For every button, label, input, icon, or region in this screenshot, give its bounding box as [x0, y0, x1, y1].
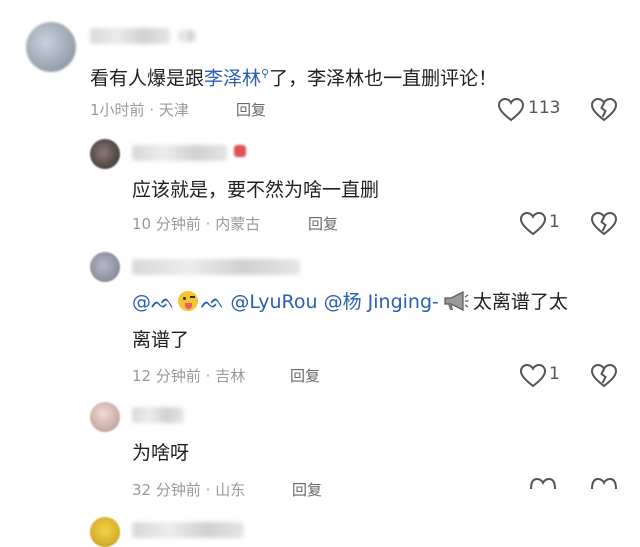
username[interactable]: [132, 522, 244, 538]
broken-heart-icon[interactable]: [590, 363, 618, 388]
comment-location: 内蒙古: [215, 215, 261, 233]
broken-heart-icon[interactable]: [590, 97, 618, 122]
mention-link[interactable]: @杨 Jinging-: [324, 291, 439, 313]
comment-time: 32 分钟前: [132, 481, 201, 499]
heart-icon[interactable]: [530, 477, 556, 490]
comment-meta: 12 分钟前 · 吉林: [132, 367, 246, 385]
comment-text: @ᨒ ᨒ @LyuRou @杨 Jinging- 太离谱了太: [132, 289, 568, 318]
avatar[interactable]: [90, 402, 120, 432]
broken-heart-icon[interactable]: [591, 477, 617, 490]
like-count: 1: [549, 212, 560, 232]
heart-icon[interactable]: [519, 363, 547, 388]
user-badge: [178, 30, 196, 42]
comment-text-continued: 离谱了: [132, 329, 190, 351]
avatar[interactable]: [90, 517, 120, 547]
mention-link[interactable]: @ᨒ: [132, 291, 175, 313]
comment-time: 12 分钟前: [132, 367, 201, 385]
reply-button[interactable]: 回复: [236, 99, 266, 120]
avatar[interactable]: [26, 22, 76, 72]
comment-text: 应该就是，要不然为啥一直删: [132, 179, 380, 201]
comment-text: 看有人爆是跟李泽林⚲了，李泽林也一直删评论！: [90, 67, 498, 90]
comment-text: 为啥呀: [132, 442, 190, 464]
comment-location: 山东: [215, 481, 246, 499]
reply-button[interactable]: 回复: [292, 479, 322, 500]
heart-icon[interactable]: [497, 97, 525, 122]
username[interactable]: [132, 145, 228, 161]
reply-button[interactable]: 回复: [308, 213, 338, 234]
mention-link[interactable]: 李泽林: [204, 67, 261, 89]
broken-heart-icon[interactable]: [590, 211, 618, 236]
comment-meta: 32 分钟前 · 山东: [132, 481, 246, 499]
comment-time: 10 分钟前: [132, 215, 201, 233]
comment-time: 1小时前: [90, 101, 145, 119]
username[interactable]: [132, 259, 300, 275]
comment-meta: 10 分钟前 · 内蒙古: [132, 215, 261, 233]
like-count: 113: [528, 98, 561, 118]
tongue-emoji-icon: [177, 291, 198, 311]
user-badge: [234, 145, 246, 157]
mention-link[interactable]: ᨒ: [201, 291, 225, 313]
username[interactable]: [132, 407, 184, 423]
comment-meta: 1小时前 · 天津: [90, 101, 189, 119]
mention-link[interactable]: @LyuRou: [230, 291, 317, 313]
avatar[interactable]: [90, 252, 120, 282]
comment-location: 天津: [158, 101, 189, 119]
like-count: 1: [549, 364, 560, 384]
avatar[interactable]: [90, 139, 120, 169]
search-icon[interactable]: ⚲: [261, 67, 269, 80]
reply-button[interactable]: 回复: [290, 365, 320, 386]
megaphone-icon: [443, 291, 469, 318]
heart-icon[interactable]: [519, 211, 547, 236]
comment-location: 吉林: [215, 367, 246, 385]
username[interactable]: [90, 28, 170, 44]
